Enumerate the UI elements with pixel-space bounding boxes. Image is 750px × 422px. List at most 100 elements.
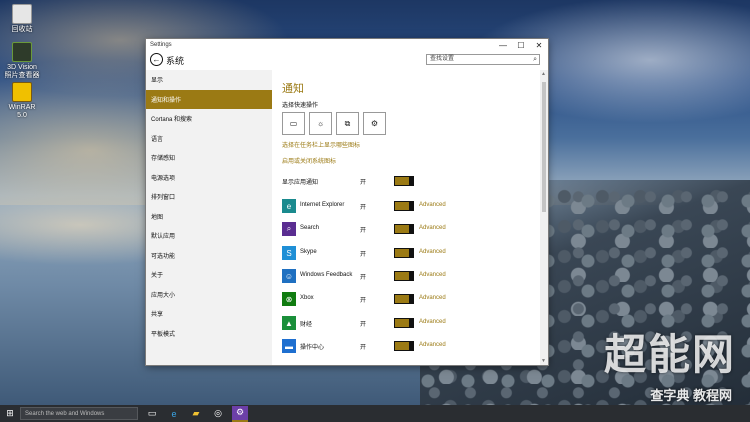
page-title: 系统 — [166, 56, 185, 66]
watermark-subtitle: 查字典 教程网 — [650, 388, 732, 403]
recycle-bin-icon — [12, 4, 32, 24]
app-toggle[interactable] — [394, 201, 414, 211]
feedback-icon: ☺ — [282, 269, 296, 283]
link-taskbar-icons[interactable]: 选择在任务栏上显示哪些图标 — [282, 140, 360, 149]
advanced-link[interactable]: Advanced — [419, 342, 446, 348]
minimize-button[interactable]: — — [494, 39, 512, 51]
start-button[interactable]: ⊞ — [0, 405, 20, 422]
advanced-link[interactable]: Advanced — [419, 272, 446, 278]
sidebar-item-app-sizes[interactable]: 应用大小 — [146, 285, 272, 305]
edge-icon: e — [171, 408, 177, 419]
sidebar-item-optional-features[interactable]: 可选功能 — [146, 246, 272, 266]
toggle-state: 开 — [360, 322, 367, 328]
brightness-icon: ☼ — [316, 119, 325, 128]
window-title: Settings — [150, 42, 172, 48]
watermark-logo: 超能网 — [603, 330, 736, 379]
task-view-button[interactable]: ▭ — [144, 406, 160, 422]
desktop-icon-recycle-bin[interactable]: 回收站 — [4, 4, 40, 34]
quick-action-brightness[interactable]: ☼ — [309, 112, 332, 135]
edge-button[interactable]: e — [166, 406, 182, 422]
skype-icon: S — [282, 246, 296, 260]
app-toggle[interactable] — [394, 248, 414, 258]
sidebar-item-storage[interactable]: 存储感知 — [146, 148, 272, 168]
ie-icon: e — [282, 199, 296, 213]
sidebar-item-snap[interactable]: 排列窗口 — [146, 187, 272, 207]
advanced-link[interactable]: Advanced — [419, 202, 446, 208]
window-header: ← 系统 查找设置 ⌕ — [146, 51, 548, 69]
show-notifications-toggle[interactable] — [394, 176, 414, 186]
show-notifications-row: 显示应用通知 开 — [282, 174, 532, 192]
close-button[interactable]: ✕ — [530, 39, 548, 51]
app-toggle[interactable] — [394, 318, 414, 328]
scroll-up-icon[interactable]: ▲ — [541, 71, 546, 77]
quick-action-settings[interactable]: ⚙ — [363, 112, 386, 135]
advanced-link[interactable]: Advanced — [419, 225, 446, 231]
app-name: Internet Explorer — [300, 202, 345, 208]
toggle-state: 开 — [360, 345, 367, 351]
quick-action-project[interactable]: ⧉ — [336, 112, 359, 135]
app-name: 财经 — [300, 322, 313, 328]
file-explorer-icon: ▰ — [192, 408, 200, 418]
quick-actions-label: 选择快速操作 — [282, 103, 319, 109]
quick-action-tablet[interactable]: ▭ — [282, 112, 305, 135]
desktop-icon-winrar[interactable]: WinRAR 5.0 — [4, 82, 40, 120]
search-icon: ⌕ — [282, 222, 296, 236]
app-toggle[interactable] — [394, 294, 414, 304]
app-row-windows-feedback: ☺ Windows Feedback 开 Advanced — [282, 269, 532, 287]
advanced-link[interactable]: Advanced — [419, 295, 446, 301]
app-row-search: ⌕ Search 开 Advanced — [282, 222, 532, 240]
scroll-down-icon[interactable]: ▼ — [541, 358, 546, 364]
taskbar-search-input[interactable]: Search the web and Windows — [20, 407, 138, 420]
toggle-state: 开 — [360, 180, 367, 186]
settings-search-input[interactable]: 查找设置 ⌕ — [426, 54, 540, 65]
advanced-link[interactable]: Advanced — [419, 319, 446, 325]
file-explorer-button[interactable]: ▰ — [188, 406, 204, 422]
sidebar-item-notifications[interactable]: 通知和操作 — [146, 89, 272, 109]
sidebar-item-language[interactable]: 语言 — [146, 129, 272, 149]
title-bar[interactable]: Settings — ☐ ✕ — [146, 39, 548, 51]
toggle-state: 开 — [360, 228, 367, 234]
link-system-icons[interactable]: 启用或关闭系统图标 — [282, 156, 336, 165]
sidebar-item-cortana[interactable]: Cortana 和搜索 — [146, 109, 272, 129]
sidebar-item-tablet-mode[interactable]: 平板模式 — [146, 324, 272, 344]
vertical-scrollbar[interactable]: ▲ ▼ — [540, 70, 548, 365]
sidebar-item-power[interactable]: 电源选项 — [146, 168, 272, 188]
settings-taskbar-button[interactable]: ⚙ — [232, 405, 248, 422]
notifications-panel: 通知 选择快速操作 ▭ ☼ ⧉ ⚙ 选择在任务栏上显示哪些图标 启用或关闭系统图… — [272, 70, 540, 365]
taskbar: ⊞ Search the web and Windows ▭ e ▰ ◎ ⚙ — [0, 405, 750, 422]
app-row-xbox: ⊗ Xbox 开 Advanced — [282, 292, 532, 310]
app-name: Xbox — [300, 295, 314, 301]
sidebar-item-share[interactable]: 共享 — [146, 304, 272, 324]
app-name: 操作中心 — [300, 345, 325, 351]
toggle-state: 开 — [360, 275, 367, 281]
tablet-icon: ▭ — [289, 119, 298, 128]
section-title: 通知 — [282, 83, 304, 95]
store-button[interactable]: ◎ — [210, 406, 226, 422]
app-row-skype: S Skype 开 Advanced — [282, 246, 532, 264]
app-toggle[interactable] — [394, 271, 414, 281]
toggle-state: 开 — [360, 205, 367, 211]
toggle-state: 开 — [360, 298, 367, 304]
sidebar-item-about[interactable]: 关于 — [146, 265, 272, 285]
advanced-link[interactable]: Advanced — [419, 249, 446, 255]
settings-app-icon: ⚙ — [235, 407, 245, 417]
maximize-button[interactable]: ☐ — [512, 39, 530, 51]
app-toggle[interactable] — [394, 224, 414, 234]
sidebar-item-default-apps[interactable]: 默认应用 — [146, 226, 272, 246]
sidebar: 显示 通知和操作 Cortana 和搜索 语言 存储感知 电源选项 排列窗口 地… — [146, 70, 272, 365]
toggle-state: 开 — [360, 252, 367, 258]
app-toggle[interactable] — [394, 341, 414, 351]
back-button[interactable]: ← — [150, 53, 163, 66]
app-name: Search — [300, 225, 320, 231]
sidebar-item-display[interactable]: 显示 — [146, 70, 272, 90]
app-name: Skype — [300, 249, 317, 255]
finance-icon: ▲ — [282, 316, 296, 330]
search-icon: ⌕ — [533, 56, 537, 63]
quick-actions-row: ▭ ☼ ⧉ ⚙ — [282, 112, 386, 135]
desktop-icon-3d-vision[interactable]: 3D Vision 照片查看器 — [4, 42, 40, 80]
app-row-internet-explorer: e Internet Explorer 开 Advanced — [282, 199, 532, 217]
sidebar-item-maps[interactable]: 地图 — [146, 207, 272, 227]
store-icon: ◎ — [214, 408, 222, 418]
scrollbar-thumb[interactable] — [542, 82, 546, 212]
app-name: Windows Feedback — [300, 272, 353, 278]
